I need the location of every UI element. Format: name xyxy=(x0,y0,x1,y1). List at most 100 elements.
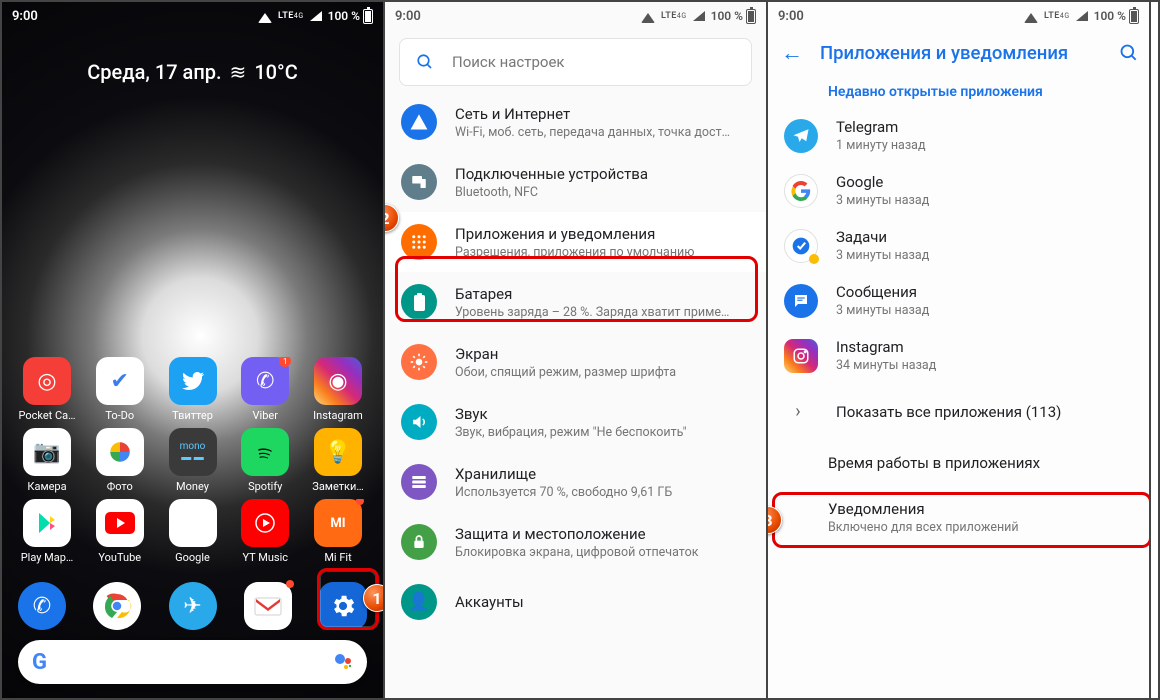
item-title: Аккаунты xyxy=(455,593,750,611)
section-title: Уведомления xyxy=(828,500,925,518)
battery-indicator: 100 % xyxy=(328,9,373,24)
back-button[interactable]: ← xyxy=(778,40,806,66)
app-telegram[interactable]: ✈ xyxy=(169,582,217,630)
notification-dot xyxy=(286,580,294,588)
settings-battery[interactable]: Батарея Уровень заряда – 28 %. Заряда хв… xyxy=(385,272,766,332)
app-row-3: Play Мар… YouTube Google xyxy=(16,499,369,564)
app-time: 3 минуты назад xyxy=(836,248,1133,263)
app-label: To-Do xyxy=(105,409,134,422)
status-right: LTE4G 100 % xyxy=(1024,9,1139,24)
settings-sound[interactable]: Звук Звук, вибрация, режим "Не беспокоит… xyxy=(385,392,766,452)
app-photos[interactable]: Фото xyxy=(89,428,151,493)
app-twitter[interactable]: Твиттер xyxy=(162,357,224,422)
google-logo: G xyxy=(32,650,47,675)
app-camera[interactable]: 📷 Камера xyxy=(16,428,78,493)
item-sub: Блокировка экрана, цифровой отпечаток xyxy=(455,545,750,560)
battery-icon xyxy=(1129,9,1139,24)
app-label: Pocket Ca… xyxy=(18,409,75,422)
app-ytmusic[interactable]: YT Music xyxy=(234,499,296,564)
instagram-icon: ◉ xyxy=(328,369,347,394)
recent-apps-list: Telegram 1 минуту назад Google 3 минуты … xyxy=(768,108,1149,383)
recent-app-instagram[interactable]: Instagram 34 минуты назад xyxy=(768,328,1149,383)
status-time: 9:00 xyxy=(395,9,421,24)
settings-accounts[interactable]: 👤 Аккаунты xyxy=(385,572,766,622)
settings-connected[interactable]: Подключенные устройства Bluetooth, NFC xyxy=(385,152,766,212)
screen-header: ← Приложения и уведомления xyxy=(768,30,1149,76)
app-time: 34 минуты назад xyxy=(836,358,1133,373)
app-label: Money xyxy=(176,480,209,493)
phone-icon: ✆ xyxy=(33,594,51,619)
date-widget[interactable]: Среда, 17 апр. ≋ 10°C xyxy=(2,60,383,84)
app-money[interactable]: mono▬ ▬ Money xyxy=(162,428,224,493)
network-icon xyxy=(409,112,429,132)
viber-icon: ✆ xyxy=(256,369,274,394)
app-settings[interactable] xyxy=(319,582,367,630)
recent-apps-header: Недавно открытые приложения xyxy=(768,76,1149,108)
app-label: Камера xyxy=(27,480,66,493)
section-screentime[interactable]: Время работы в приложениях xyxy=(768,440,1149,486)
app-pocketcasts[interactable]: ◎ Pocket Ca… xyxy=(16,357,78,422)
recent-app-messages[interactable]: Сообщения 3 минуты назад xyxy=(768,273,1149,328)
item-sub: Уровень заряда – 28 %. Заряда хватит при… xyxy=(455,305,750,320)
app-name: Telegram xyxy=(836,118,1133,136)
item-title: Хранилище xyxy=(455,465,750,483)
settings-network[interactable]: Сеть и Интернет Wi-Fi, моб. сеть, переда… xyxy=(385,92,766,152)
item-sub: Wi-Fi, моб. сеть, передача данных, точка… xyxy=(455,125,750,140)
app-label: Play Мар… xyxy=(21,551,74,564)
item-sub: Звук, вибрация, режим "Не беспокоить" xyxy=(455,425,750,440)
app-youtube[interactable]: YouTube xyxy=(89,499,151,564)
app-chrome[interactable] xyxy=(93,582,141,630)
photos-icon xyxy=(107,439,133,465)
signal-icon xyxy=(693,11,705,21)
gmail-icon xyxy=(254,595,282,617)
app-label: Google xyxy=(175,551,210,564)
youtube-icon xyxy=(105,512,135,534)
recent-app-tasks[interactable]: Задачи 3 минуты назад xyxy=(768,218,1149,273)
app-notes[interactable]: 💡 Заметки… xyxy=(307,428,369,493)
app-label: Viber xyxy=(253,409,278,422)
section-notifications[interactable]: Уведомления Включено для всех приложений xyxy=(768,486,1149,549)
app-phone[interactable]: ✆ xyxy=(18,582,66,630)
weather-icon: ≋ xyxy=(230,60,247,84)
battery-indicator: 100 % xyxy=(711,9,756,24)
search-button[interactable] xyxy=(1119,43,1139,63)
settings-storage[interactable]: Хранилище Используется 70 %, свободно 9,… xyxy=(385,452,766,512)
notification-badge: 1 xyxy=(279,357,291,367)
status-right: LTE4G 100 % xyxy=(641,9,756,24)
settings-security[interactable]: Защита и местоположение Блокировка экран… xyxy=(385,512,766,572)
settings-apps[interactable]: Приложения и уведомления Разрешения, при… xyxy=(385,212,766,272)
camera-icon: 📷 xyxy=(33,440,60,465)
app-spotify[interactable]: Spotify xyxy=(234,428,296,493)
apps-icon xyxy=(410,233,428,251)
status-time: 9:00 xyxy=(12,9,38,24)
app-label: Фото xyxy=(107,480,133,493)
date-text: Среда, 17 апр. xyxy=(87,60,221,84)
google-search-bar[interactable]: G xyxy=(18,640,367,684)
app-playstore[interactable]: Play Мар… xyxy=(16,499,78,564)
search-icon xyxy=(416,53,434,71)
app-label: YT Music xyxy=(242,551,288,564)
search-settings[interactable]: Поиск настроек xyxy=(399,38,752,86)
settings-display[interactable]: Экран Обои, спящий режим, размер шрифта xyxy=(385,332,766,392)
assistant-icon[interactable] xyxy=(333,652,353,672)
section-title: Время работы в приложениях xyxy=(828,454,1040,472)
bulb-icon: 💡 xyxy=(324,440,351,465)
battery-icon xyxy=(413,293,426,312)
search-placeholder: Поиск настроек xyxy=(452,53,565,71)
app-todo[interactable]: ✔ To-Do xyxy=(89,357,151,422)
app-gmail[interactable] xyxy=(244,582,292,630)
recent-app-google[interactable]: Google 3 минуты назад xyxy=(768,163,1149,218)
item-sub: Разрешения, приложения по умолчанию xyxy=(455,245,750,260)
app-name: Сообщения xyxy=(836,283,1133,301)
recent-app-telegram[interactable]: Telegram 1 минуту назад xyxy=(768,108,1149,163)
lte-icon: LTE4G xyxy=(278,12,304,20)
gear-icon xyxy=(329,592,357,620)
app-instagram[interactable]: ◉ Instagram xyxy=(307,357,369,422)
account-icon: 👤 xyxy=(408,592,429,612)
app-mifit[interactable]: MI Mi Fit xyxy=(307,499,369,564)
app-google-folder[interactable]: Google xyxy=(162,499,224,564)
app-name: Задачи xyxy=(836,228,1133,246)
app-viber[interactable]: ✆ 1 Viber xyxy=(234,357,296,422)
battery-icon xyxy=(363,9,373,24)
show-all-apps[interactable]: › Показать все приложения (113) xyxy=(768,383,1149,440)
